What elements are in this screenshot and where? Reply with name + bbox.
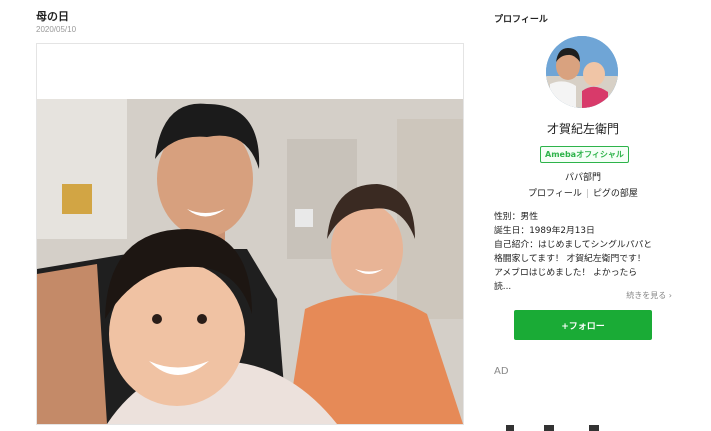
read-more-link[interactable]: 続きを見る ›	[626, 290, 672, 301]
post-title: 母の日	[36, 10, 69, 23]
link-divider: |	[585, 189, 589, 199]
profile-info: 性別：男性 誕生日：1989年2月13日 自己紹介：はじめましてシングルパパと格…	[494, 210, 654, 294]
pigg-room-link[interactable]: ピグの部屋	[593, 189, 638, 199]
article-body	[36, 43, 464, 425]
ad-placeholder-marks	[506, 425, 599, 431]
avatar-image	[546, 36, 618, 108]
blogger-name[interactable]: 才賀紀左衛門	[494, 120, 672, 137]
chevron-right-icon: ›	[668, 291, 672, 300]
profile-sidebar: プロフィール 才賀紀左衛門 Amebaオフィシャル パパ部門 プロフィール | ピグ…	[494, 0, 674, 431]
intro-text: 自己紹介：はじめましてシングルパパと格闘家してます！ 才賀紀左衛門です！ アメブ…	[494, 240, 653, 292]
profile-links: プロフィール | ピグの部屋	[494, 186, 672, 199]
profile-link[interactable]: プロフィール	[528, 189, 582, 199]
post-date: 2020/05/10	[36, 25, 77, 34]
follow-button[interactable]: +フォロー	[514, 310, 652, 340]
gender-text: 性別：男性	[494, 212, 538, 222]
photo-illustration	[37, 99, 463, 424]
profile-heading: プロフィール	[494, 15, 548, 25]
birthday-text: 誕生日：1989年2月13日	[494, 226, 595, 236]
official-badge: Amebaオフィシャル	[540, 146, 629, 163]
read-more-label: 続きを見る	[626, 291, 667, 300]
avatar[interactable]	[546, 36, 618, 108]
category-link[interactable]: パパ部門	[494, 170, 672, 183]
ad-label: AD	[494, 366, 509, 377]
family-photo[interactable]	[37, 99, 463, 424]
